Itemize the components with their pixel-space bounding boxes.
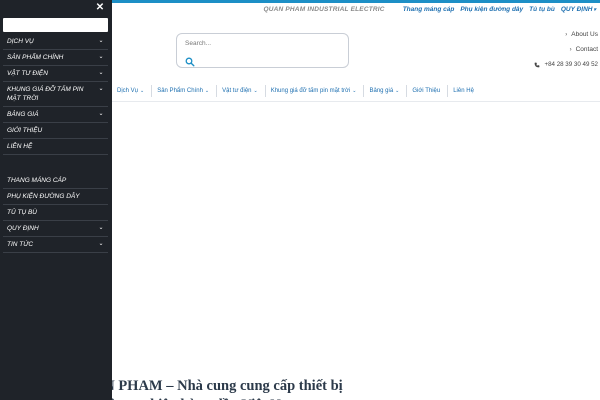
nav-item-san-pham-chinh[interactable]: Sản Phẩm Chính ⌄ (152, 85, 218, 97)
chevron-down-icon: ⌄ (253, 88, 258, 94)
search-input[interactable] (185, 38, 335, 48)
sidebar-menu: Dịch vụ ⌄ Sản phẩm chính ⌄ Vật tư điện ⌄… (3, 34, 108, 253)
nav-item-gioi-thieu[interactable]: Giới Thiệu (407, 85, 449, 97)
nav-item-label: Giới Thiệu (412, 88, 441, 94)
chevron-down-icon: ▾ (593, 6, 596, 13)
phone-number: +84 28 39 30 49 52 (544, 61, 598, 68)
nav-item-bang-gia[interactable]: Bảng giá ⌄ (364, 85, 408, 97)
close-icon[interactable]: ✕ (94, 2, 106, 14)
nav-item-label: Vật tư điện (222, 88, 252, 94)
chevron-down-icon: ⌄ (395, 88, 400, 94)
sidebar-item-label: Tin tức (7, 241, 34, 248)
sidebar-item-lien-he[interactable]: Liên hệ (3, 139, 108, 155)
nav-item-vat-tu-dien[interactable]: Vật tư điện ⌄ (217, 85, 266, 97)
contact-label: Contact (575, 46, 598, 53)
top-link-thang-mang-cap[interactable]: Thang máng cáp (403, 6, 455, 13)
nav-item-label: Khung giá đỡ tấm pin mặt trời (270, 88, 351, 94)
sidebar-item-dich-vu[interactable]: Dịch vụ ⌄ (3, 34, 108, 50)
hero-section: QUAN PHAM – Nhà cung cung cấp thiết bị đ… (112, 377, 600, 400)
sidebar-item-quy-dinh[interactable]: Quy định ⌄ (3, 221, 108, 237)
chevron-down-icon: ⌄ (204, 88, 210, 94)
sidebar-item-phu-kien-duong-day[interactable]: Phụ kiện đường dây (3, 189, 108, 205)
top-bar: QUAN PHAM INDUSTRIAL ELECTRIC Thang máng… (112, 3, 600, 15)
chevron-down-icon[interactable]: ⌄ (97, 224, 105, 233)
sidebar-item-gioi-thieu[interactable]: Giới thiệu (3, 123, 108, 139)
sidebar-item-label: Liên hệ (7, 143, 33, 150)
chevron-down-icon[interactable]: ⌄ (97, 37, 105, 46)
nav-item-label: Bảng giá (369, 88, 394, 94)
top-link-quy-dinh[interactable]: QUY ĐỊNH▾ (561, 6, 596, 13)
chevron-down-icon[interactable]: ⌄ (97, 85, 105, 94)
sidebar-item-tu-tu-bu[interactable]: Tủ tụ bù (3, 205, 108, 221)
about-us-label: About Us (571, 31, 598, 38)
nav-item-label: Dịch Vụ (117, 88, 139, 94)
sidebar-item-thang-mang-cap[interactable]: Thang máng cáp (3, 173, 108, 189)
phone-icon (535, 62, 540, 67)
sidebar-item-bang-gia[interactable]: Bảng giá ⌄ (3, 107, 108, 123)
top-link-tu-tu-bu[interactable]: Tủ tụ bù (529, 6, 555, 13)
sidebar-item-label: Tủ tụ bù (7, 209, 37, 216)
chevron-down-icon: ⌄ (352, 88, 357, 94)
sidebar-item-label: Giới thiệu (7, 127, 43, 134)
main-nav: Dịch Vụ ⌄ Sản Phẩm Chính ⌄ Vật tư điện ⌄… (112, 84, 600, 98)
sidebar-item-label: Bảng giá (7, 111, 39, 118)
sidebar-item-label: Phụ kiện đường dây (7, 193, 80, 200)
nav-item-lien-he[interactable]: Liên Hệ (448, 85, 481, 97)
sidebar-spacer (3, 155, 108, 173)
chevron-down-icon[interactable]: ⌄ (97, 240, 105, 249)
mobile-menu-sidebar: ✕ Dịch vụ ⌄ Sản phẩm chính ⌄ Vật tư điện… (0, 0, 112, 400)
sidebar-item-tin-tuc[interactable]: Tin tức ⌄ (3, 237, 108, 253)
nav-item-label: Liên Hệ (453, 88, 474, 94)
sidebar-item-label: Khung giá đỡ tấm pin mặt trời (7, 86, 84, 102)
chevron-down-icon[interactable]: ⌄ (97, 69, 105, 78)
about-us-link[interactable]: › About Us (565, 31, 598, 38)
nav-item-khung-gia-do[interactable]: Khung giá đỡ tấm pin mặt trời ⌄ (266, 85, 365, 97)
nav-divider (112, 101, 600, 102)
chevron-down-icon[interactable]: ⌄ (97, 110, 105, 119)
sidebar-item-khung-gia-do[interactable]: Khung giá đỡ tấm pin mặt trời ⌄ (3, 82, 108, 107)
phone-contact[interactable]: +84 28 39 30 49 52 (534, 61, 598, 68)
nav-item-dich-vu[interactable]: Dịch Vụ ⌄ (112, 85, 153, 97)
contact-link[interactable]: › Contact (570, 46, 598, 53)
top-link-phu-kien-duong-day[interactable]: Phụ kiện đường dây (460, 6, 523, 13)
sidebar-item-label: Vật tư điện (7, 70, 48, 77)
chevron-right-icon: › (569, 46, 572, 53)
chevron-down-icon: ⌄ (140, 88, 145, 94)
search-icon[interactable] (185, 54, 195, 67)
top-link-label: QUY ĐỊNH (560, 5, 593, 13)
sidebar-item-label: Sản phẩm chính (7, 54, 64, 61)
sidebar-item-label: Dịch vụ (7, 38, 34, 45)
hero-title: QUAN PHAM – Nhà cung cung cấp thiết bị đ… (112, 378, 343, 400)
sidebar-item-san-pham-chinh[interactable]: Sản phẩm chính ⌄ (3, 50, 108, 66)
sidebar-item-label: Thang máng cáp (7, 177, 67, 184)
sidebar-item-label: Quy định (7, 225, 39, 232)
search-box (176, 33, 349, 68)
nav-item-label: Sản Phẩm Chính (157, 88, 203, 94)
chevron-down-icon[interactable]: ⌄ (97, 53, 105, 62)
sidebar-item-vat-tu-dien[interactable]: Vật tư điện ⌄ (3, 66, 108, 82)
sidebar-search-input[interactable] (3, 18, 108, 32)
chevron-right-icon: › (565, 31, 568, 38)
company-name: QUAN PHAM INDUSTRIAL ELECTRIC (263, 5, 385, 13)
